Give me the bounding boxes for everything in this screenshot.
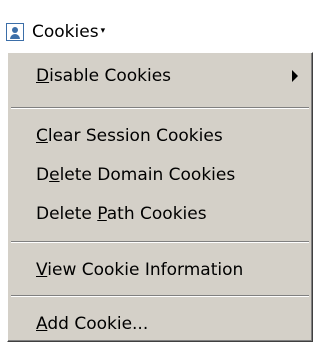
- cookies-dropdown-menu: Disable Cookies Clear Session Cookies De…: [7, 52, 313, 342]
- menu-item-label: Add Cookie...: [36, 314, 149, 334]
- menu-item-label: Delete Path Cookies: [36, 204, 207, 224]
- menu-item-delete-domain-cookies[interactable]: Delete Domain Cookies: [8, 156, 312, 194]
- menu-item-add-cookie[interactable]: Add Cookie...: [8, 305, 312, 343]
- menu-item-label: Disable Cookies: [36, 66, 172, 86]
- menu-item-clear-session-cookies[interactable]: Clear Session Cookies: [8, 117, 312, 155]
- menu-item-view-cookie-information[interactable]: View Cookie Information: [8, 251, 312, 289]
- cookie-person-icon: [6, 23, 24, 41]
- menu-item-label: Clear Session Cookies: [36, 126, 223, 146]
- menu-item-delete-path-cookies[interactable]: Delete Path Cookies: [8, 195, 312, 233]
- submenu-arrow-icon: [292, 70, 298, 82]
- menu-item-disable-cookies[interactable]: Disable Cookies: [8, 57, 312, 95]
- menu-separator: [11, 241, 309, 243]
- menu-separator: [11, 107, 309, 109]
- dropdown-arrow-icon: ▾: [100, 26, 106, 36]
- cookies-toolbar-button[interactable]: Cookies ▾: [6, 18, 105, 46]
- menu-item-label: Delete Domain Cookies: [36, 165, 236, 185]
- menu-item-label: View Cookie Information: [36, 260, 244, 280]
- cookies-button-label: Cookies: [32, 22, 99, 42]
- menu-separator: [11, 295, 309, 297]
